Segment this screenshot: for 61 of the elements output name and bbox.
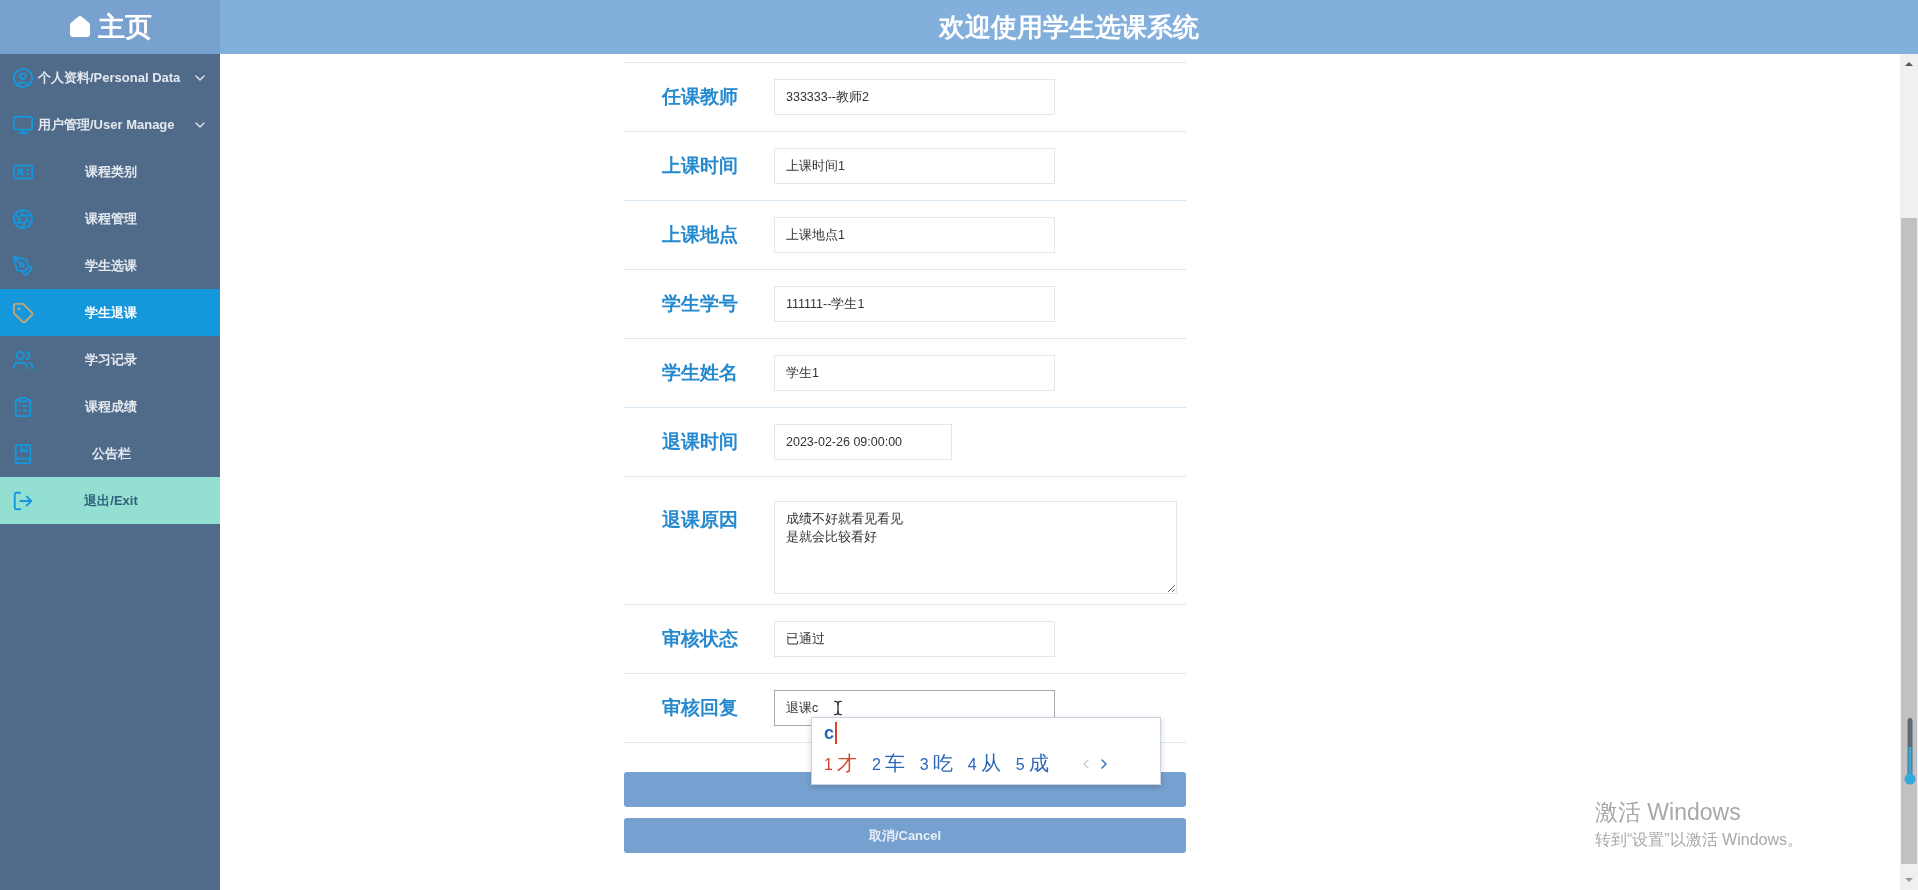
scroll-up-icon[interactable] [1904, 60, 1914, 68]
sidebar-label: 学生退课 [84, 303, 138, 322]
sidebar-item[interactable]: 退出/Exit [0, 477, 220, 524]
field-label: 退课原因 [662, 508, 739, 532]
sidebar-label: 个人资料/Personal Data [38, 68, 182, 87]
field-label: 上课时间 [662, 154, 739, 178]
home-icon [68, 15, 92, 39]
field-label: 学生学号 [662, 292, 739, 316]
sidebar-item[interactable]: 课程类别 [0, 148, 220, 195]
sidebar-item[interactable]: 学生选课 [0, 242, 220, 289]
logout-icon [12, 489, 34, 512]
ime-candidate[interactable]: 2 车 [871, 750, 905, 777]
book-icon [12, 442, 34, 465]
pen-icon [12, 254, 34, 277]
ime-candidate[interactable]: 1 才 [824, 750, 857, 777]
tag-icon [12, 301, 34, 324]
sidebar-label: 退出/Exit [83, 491, 139, 510]
sidebar-label: 学生选课 [84, 256, 138, 275]
sidebar-label: 课程类别 [83, 162, 138, 181]
input-field[interactable]: 学生1 [774, 355, 1055, 391]
monitor-icon [12, 113, 34, 136]
clipboard-icon [12, 395, 34, 418]
ime-candidate[interactable]: 3 吃 [919, 750, 953, 777]
users-icon [12, 348, 34, 371]
input-field[interactable]: 111111--学生1 [774, 286, 1055, 322]
field-label: 学生姓名 [662, 361, 739, 385]
home-label: 主页 [98, 11, 152, 44]
sidebar-item[interactable]: 学生退课 [0, 289, 220, 336]
ime-candidate[interactable]: 4 从 [967, 750, 1001, 777]
sidebar-label: 学习记录 [84, 350, 138, 369]
field-label: 审核状态 [662, 627, 739, 651]
field-label: 审核回复 [662, 696, 739, 720]
input-field[interactable]: 已通过 [774, 621, 1055, 657]
sidebar-item[interactable]: 用户管理/User Manage [0, 101, 220, 148]
input-field[interactable]: 上课地点1 [774, 217, 1055, 253]
sidebar-item[interactable]: 公告栏 [0, 430, 220, 477]
sidebar-label: 公告栏 [90, 444, 132, 463]
input-field[interactable]: 上课时间1 [774, 148, 1055, 184]
sidebar-item[interactable]: 课程管理 [0, 195, 220, 242]
activation-message: 转到“设置”以激活 Windows。 [1595, 830, 1803, 850]
user-icon [12, 66, 34, 89]
sidebar-item[interactable]: 课程成绩 [0, 383, 220, 430]
thermometer-icon [1904, 717, 1916, 787]
aperture-icon [12, 207, 34, 230]
input-field[interactable]: 333333--教师2 [774, 79, 1055, 115]
page-title: 欢迎使用学生选课系统 [939, 10, 1199, 44]
sidebar-item[interactable]: 个人资料/Personal Data [0, 54, 220, 101]
input-field[interactable]: 2023-02-26 09:00:00 [774, 424, 952, 460]
sidebar-label: 用户管理/User Manage [38, 115, 176, 134]
scroll-down-icon[interactable] [1904, 876, 1914, 884]
ime-candidate[interactable]: 5 成 [1015, 750, 1049, 777]
activation-title: 激活 Windows [1595, 798, 1742, 827]
field-label: 退课时间 [662, 430, 739, 454]
sidebar-item[interactable]: 学习记录 [0, 336, 220, 383]
scrollbar-thumb[interactable] [1901, 218, 1917, 864]
field-label: 任课教师 [662, 85, 739, 109]
scrollbar[interactable] [1900, 54, 1918, 890]
sidebar-label: 课程成绩 [83, 397, 138, 416]
reason-field[interactable]: 成绩不好就看见看见 是就会比较看好 [774, 501, 1177, 594]
sidebar-label: 课程管理 [83, 209, 138, 228]
field-label: 上课地点 [662, 223, 739, 247]
